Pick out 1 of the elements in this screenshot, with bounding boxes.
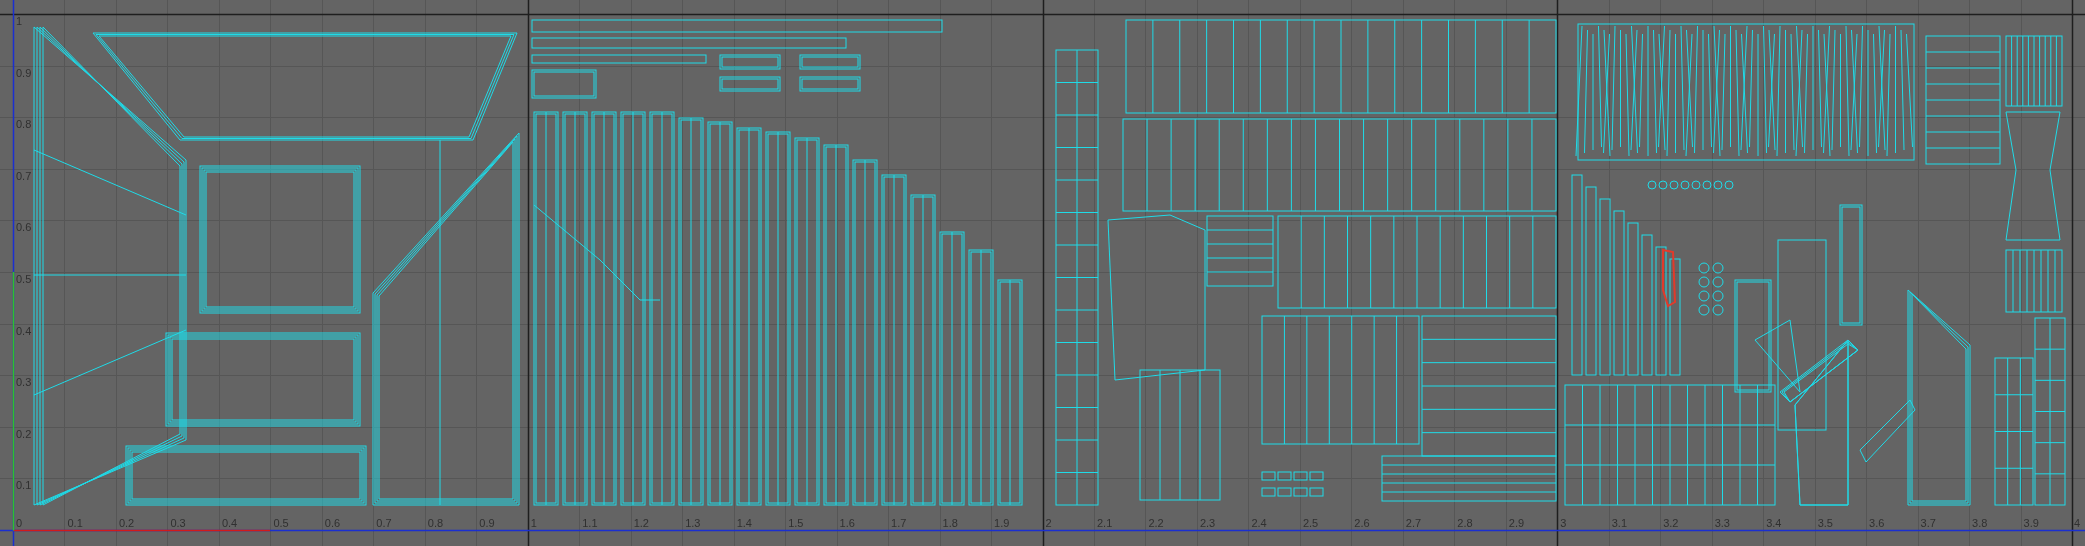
selected-uv-shell[interactable] <box>1662 248 1677 308</box>
